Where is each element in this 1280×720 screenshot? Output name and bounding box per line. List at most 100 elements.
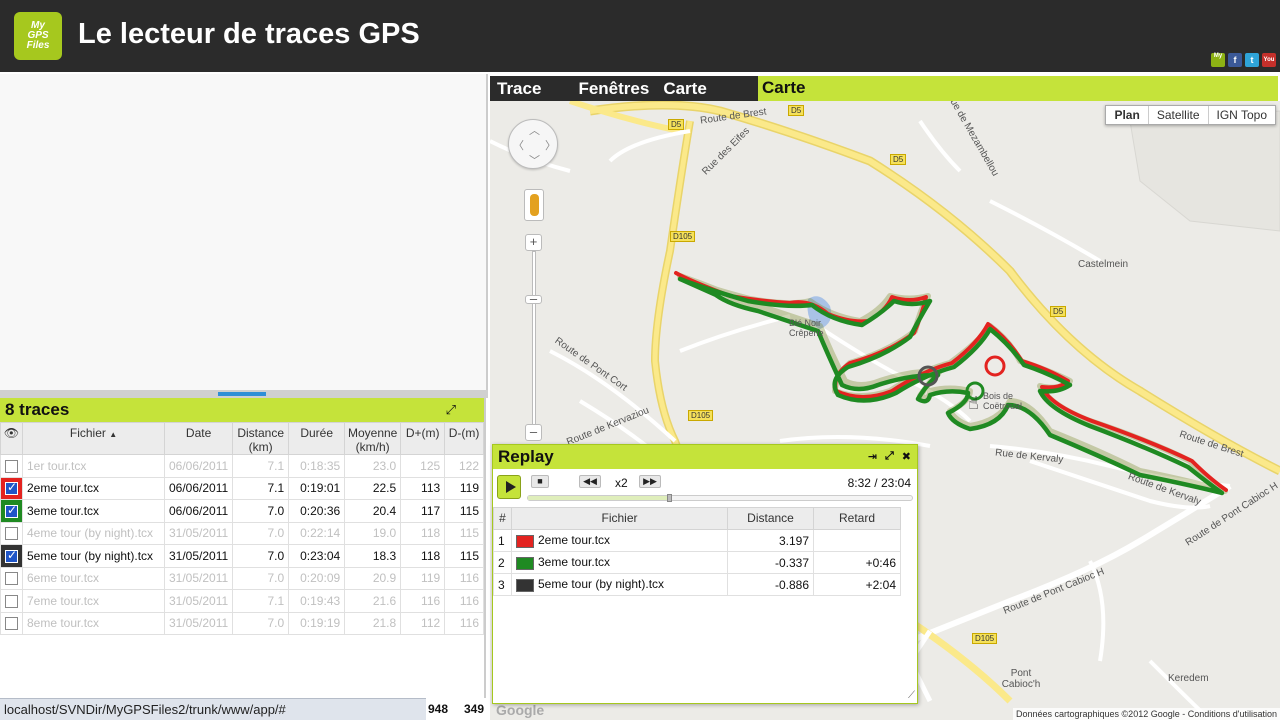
pan-left-icon[interactable]: 〈 (513, 137, 524, 153)
expand-icon[interactable]: ⤢ (885, 450, 894, 463)
column-header-file[interactable]: Fichier (511, 507, 728, 530)
main-menu: Trace Fenêtres Carte (490, 76, 758, 101)
map-type-plan[interactable]: Plan (1106, 106, 1147, 124)
trace-name: 4eme tour (by night).tcx (22, 521, 165, 545)
pan-up-icon[interactable]: ︿ (529, 122, 540, 138)
column-header-average[interactable]: Moyenne (km/h) (344, 422, 402, 455)
column-header-duration[interactable]: Durée (288, 422, 346, 455)
trace-duration: 0:20:09 (288, 566, 346, 590)
zoom-in-button[interactable]: + (525, 234, 542, 251)
map-copyright[interactable]: Données cartographiques ©2012 Google - C… (1012, 708, 1280, 720)
trace-date: 31/05/2011 (163, 589, 234, 613)
trace-row[interactable]: 8eme tour.tcx 31/05/2011 7.0 0:19:19 21.8 112… (0, 611, 484, 635)
trace-dminus: 116 (444, 611, 484, 635)
menu-fenetres[interactable]: Fenêtres (578, 79, 649, 99)
replay-progress-thumb[interactable] (667, 494, 673, 502)
trace-visibility-checkbox[interactable] (5, 480, 18, 496)
resize-grip-icon[interactable]: ⟋ (908, 690, 915, 701)
speed-label[interactable]: x2 (615, 476, 628, 490)
app-logo[interactable]: My GPS Files (14, 12, 62, 60)
column-header-date[interactable]: Date (163, 422, 234, 455)
total-dminus: 349 (463, 702, 484, 716)
column-header-dplus[interactable]: D+(m) (400, 422, 446, 455)
close-icon[interactable]: ✖ (902, 450, 911, 463)
fast-forward-button[interactable]: ▶▶ (639, 475, 661, 488)
replay-row-num: 1 (493, 529, 512, 552)
map-label: Pont Cabioc'h (1001, 668, 1041, 690)
trace-color-swatch (516, 578, 534, 592)
column-header-distance[interactable]: Distance (727, 507, 814, 530)
map-label: Castelmein (1078, 259, 1129, 270)
replay-row-file-name: 2eme tour.tcx (538, 533, 611, 548)
replay-time: 8:32 / 23:04 (847, 476, 911, 490)
replay-row-distance: 3.197 (727, 529, 814, 552)
trace-visibility-checkbox[interactable] (5, 617, 18, 631)
pan-down-icon[interactable]: ﹀ (529, 152, 540, 168)
trace-date: 31/05/2011 (163, 566, 234, 590)
trace-row[interactable]: 2eme tour.tcx06/06/20117.10:19:0122.5113… (0, 476, 484, 500)
menu-trace[interactable]: Trace (497, 79, 541, 99)
facebook-icon[interactable]: f (1228, 53, 1242, 67)
map-type-ign-topo[interactable]: IGN Topo (1207, 106, 1275, 124)
trace-dplus: 118 (400, 544, 446, 568)
trace-dplus: 116 (400, 589, 446, 613)
column-header-dminus[interactable]: D-(m) (444, 422, 484, 455)
trace-row[interactable]: 7eme tour.tcx 31/05/2011 7.1 0:19:43 21.6 116… (0, 589, 484, 613)
replay-row[interactable]: 3 5eme tour (by night).tcx -0.886 +2:04 (493, 573, 901, 596)
total-dplus: 948 (428, 702, 449, 716)
trace-row[interactable]: 4eme tour (by night).tcx 31/05/2011 7.0 0:2… (0, 521, 484, 545)
column-header-distance[interactable]: Distance (km) (232, 422, 290, 455)
rewind-button[interactable]: ◀◀ (579, 475, 601, 488)
pan-control[interactable]: ︿ ﹀ 〈 〉 (508, 119, 558, 169)
replay-window: Replay ⇥ ⤢ ✖ ■ ◀◀ x2 ▶▶ 8:32 / 23:04 # F… (492, 444, 918, 704)
column-header-delay[interactable]: Retard (813, 507, 901, 530)
play-button[interactable] (497, 475, 521, 499)
trace-row[interactable]: 3eme tour.tcx06/06/20117.00:20:3620.4117… (0, 499, 484, 523)
visibility-column-header[interactable]: 👁 (0, 422, 23, 455)
stop-button[interactable]: ■ (531, 475, 549, 488)
trace-visibility-checkbox[interactable] (5, 503, 18, 518)
twitter-icon[interactable]: t (1245, 53, 1259, 67)
road-tag: D5 (788, 105, 805, 116)
trace-visibility-checkbox[interactable] (5, 527, 18, 541)
zoom-out-button[interactable]: – (525, 424, 542, 441)
replay-progress-bar[interactable] (527, 494, 913, 502)
trace-visibility-checkbox[interactable] (5, 594, 18, 608)
trace-date: 31/05/2011 (163, 521, 234, 545)
traces-panel-title: 8 traces (5, 400, 70, 419)
replay-row[interactable]: 1 2eme tour.tcx 3.197 (493, 529, 901, 552)
trace-distance: 7.0 (232, 566, 290, 590)
column-header-num[interactable]: # (493, 507, 512, 530)
panel-splitter[interactable] (0, 390, 488, 398)
trace-row[interactable]: 6eme tour.tcx 31/05/2011 7.0 0:20:09 20.9 119… (0, 566, 484, 590)
zoom-slider-thumb[interactable]: – (525, 292, 542, 305)
youtube-icon[interactable]: You (1262, 53, 1276, 67)
street-view-pegman-icon[interactable] (524, 189, 544, 221)
replay-row-file-name: 5eme tour (by night).tcx (538, 577, 665, 592)
trace-distance: 7.0 (232, 499, 290, 523)
column-header-file[interactable]: Fichier ▲ (22, 422, 165, 455)
trace-dplus: 117 (400, 499, 446, 523)
replay-row[interactable]: 2 3eme tour.tcx -0.337 +0:46 (493, 551, 901, 574)
trace-name: 8eme tour.tcx (22, 611, 165, 635)
trace-visibility-checkbox[interactable] (5, 572, 18, 586)
trace-visibility-checkbox[interactable] (5, 548, 18, 563)
mygps-icon[interactable]: My (1211, 53, 1225, 67)
replay-row-distance: -0.337 (727, 551, 814, 574)
trace-row[interactable]: 5eme tour (by night).tcx31/05/20117.00:2… (0, 544, 484, 568)
trace-dminus: 119 (444, 476, 484, 500)
expand-icon[interactable]: ⤢ (446, 402, 456, 418)
pan-right-icon[interactable]: 〉 (545, 137, 556, 153)
trace-average: 21.6 (344, 589, 402, 613)
trace-average: 23.0 (344, 454, 402, 478)
map-type-satellite[interactable]: Satellite (1147, 106, 1208, 124)
app-header: My GPS Files Le lecteur de traces GPS My… (0, 0, 1280, 72)
replay-row-delay (813, 529, 901, 552)
trace-row[interactable]: 1er tour.tcx 06/06/2011 7.1 0:18:35 23.0 125 1… (0, 454, 484, 478)
pin-icon[interactable]: ⇥ (868, 450, 877, 463)
splitter-handle[interactable] (218, 392, 266, 396)
road-tag: D105 (688, 410, 714, 421)
zoom-slider[interactable] (532, 251, 536, 441)
menu-carte[interactable]: Carte (663, 79, 706, 99)
trace-visibility-checkbox[interactable] (5, 459, 18, 473)
